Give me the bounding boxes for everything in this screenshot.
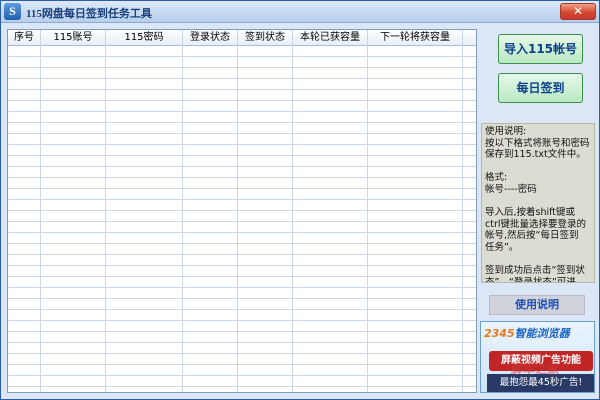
- column-divider: [105, 46, 106, 392]
- ad-brand: 2345智能浏览器: [484, 325, 570, 341]
- column-divider: [182, 46, 183, 392]
- account-table[interactable]: 序号 115账号 115密码 登录状态 签到状态 本轮已获容量 下一轮将获容量: [7, 29, 477, 393]
- watermark: 脚本之家: [511, 362, 560, 376]
- column-divider: [292, 46, 293, 392]
- table-body[interactable]: [8, 46, 476, 392]
- column-header-password[interactable]: 115密码: [106, 30, 183, 46]
- window-title: 115网盘每日签到任务工具: [26, 8, 152, 20]
- title-bar[interactable]: S 115网盘每日签到任务工具 ✕: [1, 1, 599, 23]
- table-header: 序号 115账号 115密码 登录状态 签到状态 本轮已获容量 下一轮将获容量: [8, 30, 476, 46]
- app-icon: S: [4, 3, 21, 20]
- column-header-index[interactable]: 序号: [8, 30, 41, 46]
- ad-brand-number: 2345: [484, 327, 515, 340]
- browser-ad-banner[interactable]: 2345智能浏览器 屏蔽视频广告功能 最抱怨最45秒广告! 脚本之家: [480, 321, 595, 393]
- column-header-next-capacity[interactable]: 下一轮将获容量: [368, 30, 463, 46]
- column-divider: [462, 46, 463, 392]
- usage-instructions: 使用说明: 按以下格式将账号和密码 保存到115.txt文件中。 格式: 帐号-…: [481, 123, 595, 283]
- app-window: S 115网盘每日签到任务工具 ✕ 序号 115账号 115密码 登录状态 签到…: [0, 0, 600, 400]
- column-divider: [237, 46, 238, 392]
- usage-button[interactable]: 使用说明: [489, 295, 585, 315]
- daily-sign-in-button[interactable]: 每日签到: [498, 73, 583, 103]
- import-accounts-button[interactable]: 导入115帐号: [498, 34, 583, 64]
- column-header-login-status[interactable]: 登录状态: [183, 30, 238, 46]
- column-header-account[interactable]: 115账号: [41, 30, 106, 46]
- column-header-sign-status[interactable]: 签到状态: [238, 30, 293, 46]
- column-divider: [40, 46, 41, 392]
- column-header-current-capacity[interactable]: 本轮已获容量: [293, 30, 368, 46]
- close-button[interactable]: ✕: [560, 3, 596, 20]
- column-divider: [367, 46, 368, 392]
- ad-brand-name: 智能浏览器: [514, 327, 570, 340]
